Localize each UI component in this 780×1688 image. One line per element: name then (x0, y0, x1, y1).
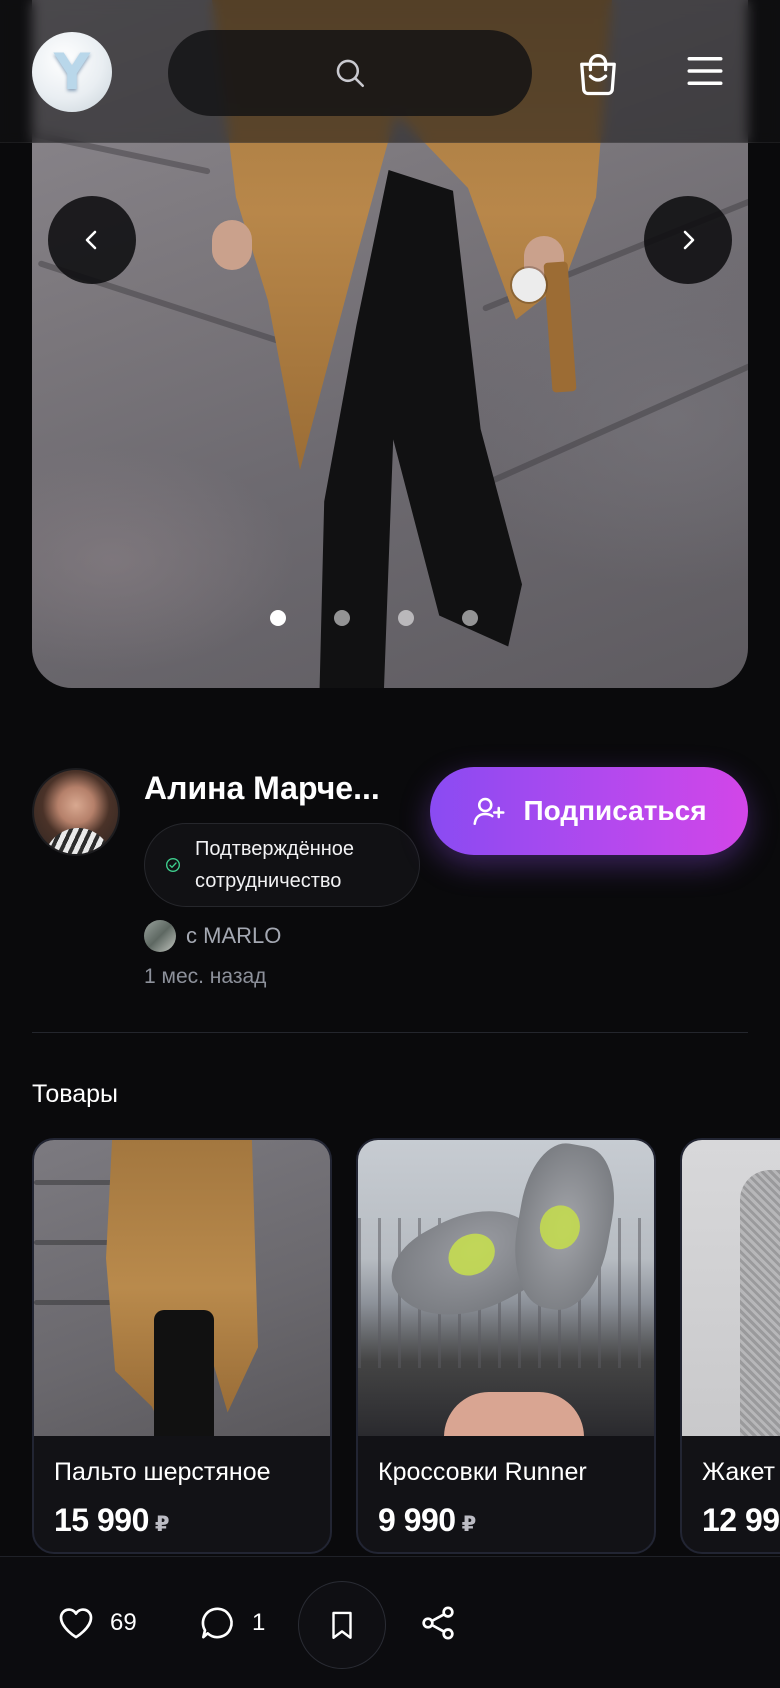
carousel-pagination (32, 610, 748, 626)
chevron-right-icon (683, 230, 695, 250)
product-price-value: 12 99 (702, 1502, 780, 1538)
comment-count: 1 (252, 1609, 266, 1636)
heart-icon (59, 1608, 93, 1639)
section-divider (32, 1032, 748, 1033)
carousel-prev-button[interactable] (48, 196, 136, 284)
products-carousel[interactable]: Пальто шерстяное 15 990 ₽ Кроссовки Runne… (32, 1138, 780, 1556)
post-actions-bar: 69 1 (0, 1556, 780, 1688)
currency-symbol: ₽ (461, 1513, 477, 1536)
product-price: 9 990 ₽ (378, 1502, 476, 1539)
post-timestamp: 1 мес. назад (144, 965, 267, 988)
hand-photo (212, 220, 252, 270)
brand-logo-icon (144, 920, 176, 952)
comment-icon (201, 1607, 233, 1639)
product-card[interactable]: Пальто шерстяное 15 990 ₽ (32, 1138, 332, 1554)
check-circle-icon (166, 858, 180, 872)
shopping-bag-icon (580, 54, 616, 96)
author-name[interactable]: Алина Марче... (144, 770, 394, 807)
logo-letter: Y (53, 43, 91, 101)
product-name: Жакет (702, 1458, 776, 1486)
subscribe-button[interactable]: Подписаться (430, 767, 748, 855)
share-icon (422, 1606, 454, 1640)
hamburger-menu-icon (687, 57, 723, 85)
product-card[interactable]: Кроссовки Runner 9 990 ₽ (356, 1138, 656, 1554)
avatar-shirt (44, 828, 112, 854)
stair-edge (483, 359, 748, 487)
product-card[interactable]: Жакет 12 99 (680, 1138, 780, 1554)
bookmark-icon (332, 1611, 352, 1639)
products-section-title: Товары (32, 1080, 118, 1108)
product-image (358, 1140, 654, 1436)
verified-collaboration-badge: Подтверждённое сотрудничество (144, 823, 420, 907)
comment-button[interactable]: 1 (198, 1603, 265, 1643)
subscribe-label: Подписаться (523, 795, 707, 826)
carousel-dot[interactable] (334, 610, 350, 626)
like-button[interactable]: 69 (56, 1603, 137, 1643)
product-price-value: 9 990 (378, 1502, 456, 1538)
search-field[interactable] (168, 30, 532, 116)
menu-button[interactable] (684, 50, 726, 92)
user-plus-icon (473, 797, 505, 826)
chevron-left-icon (85, 230, 97, 250)
carousel-dot[interactable] (398, 610, 414, 626)
brand-text: с MARLO (186, 923, 282, 948)
bookmark-button[interactable] (298, 1581, 386, 1669)
belt-photo (543, 261, 577, 393)
carousel-dot[interactable] (270, 610, 286, 626)
product-image (682, 1140, 780, 1436)
brand-link[interactable]: с MARLO (144, 920, 281, 952)
currency-symbol: ₽ (154, 1513, 170, 1536)
cart-button[interactable] (572, 48, 624, 100)
top-bar: Y (0, 0, 780, 143)
like-count: 69 (110, 1609, 137, 1636)
search-icon (336, 59, 365, 88)
product-price-value: 15 990 (54, 1502, 149, 1538)
product-image (34, 1140, 330, 1436)
verified-label: Подтверждённое сотрудничество (195, 833, 354, 897)
product-price: 12 99 (702, 1502, 780, 1539)
product-name: Пальто шерстяное (54, 1458, 271, 1486)
carousel-dot[interactable] (462, 610, 478, 626)
product-name: Кроссовки Runner (378, 1458, 587, 1486)
app-logo[interactable]: Y (32, 32, 112, 112)
author-avatar[interactable] (32, 768, 120, 856)
product-price: 15 990 ₽ (54, 1502, 170, 1539)
verified-label-line2: сотрудничество (195, 870, 342, 892)
share-button[interactable] (418, 1603, 458, 1643)
carousel-next-button[interactable] (644, 196, 732, 284)
verified-label-line1: Подтверждённое (195, 838, 355, 860)
belt-ring-photo (512, 268, 546, 302)
